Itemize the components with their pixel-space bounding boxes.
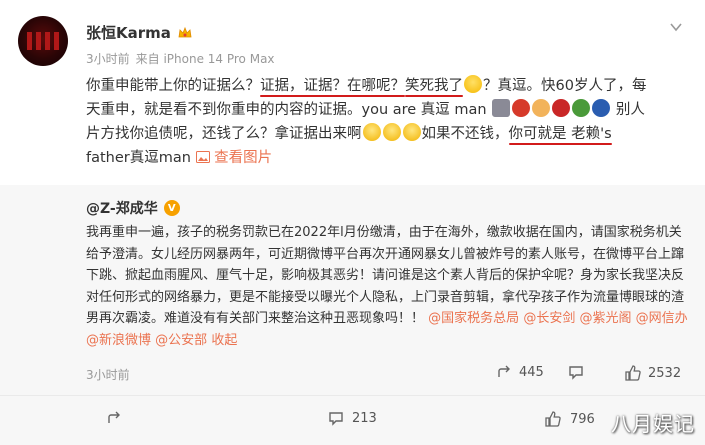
avatar[interactable] bbox=[18, 16, 68, 66]
like-count: 796 bbox=[570, 411, 595, 427]
underlined-text: 证据，证据？在哪呢？ bbox=[260, 78, 405, 94]
captain-america-emoji-icon bbox=[592, 99, 611, 117]
repost-like-button[interactable]: 2532 bbox=[624, 364, 681, 382]
image-icon bbox=[195, 151, 210, 163]
divider bbox=[0, 395, 705, 396]
like-icon bbox=[545, 411, 561, 427]
post-content: 你重申能带上你的证据么？证据，证据？在哪呢？笑死我了 ？真逗。快60岁人了，每 天… bbox=[86, 74, 686, 170]
share-icon bbox=[498, 365, 510, 377]
post-meta: 3小时前 来自 iPhone 14 Pro Max bbox=[86, 50, 275, 67]
view-image-link[interactable]: 查看图片 bbox=[214, 150, 272, 166]
mention-link[interactable]: @网信办 bbox=[636, 311, 688, 326]
iron-man-emoji-icon bbox=[512, 99, 531, 117]
like-icon bbox=[625, 365, 641, 381]
laugh-emoji-icon bbox=[464, 75, 482, 93]
mention-link[interactable]: @公安部 bbox=[155, 333, 207, 348]
repost-comment-button[interactable] bbox=[568, 364, 584, 380]
comment-button[interactable]: 213 bbox=[328, 410, 377, 426]
comment-count: 213 bbox=[352, 410, 377, 426]
repost-share-button[interactable]: 445 bbox=[497, 364, 544, 380]
repost-share-count: 445 bbox=[519, 364, 544, 380]
author-name[interactable]: 张恒Karma bbox=[86, 22, 171, 43]
spider-man-emoji-icon bbox=[552, 99, 571, 117]
mention-link[interactable]: @新浪微博 bbox=[86, 333, 151, 348]
text-segment: 如果不还钱， bbox=[421, 126, 509, 142]
underlined-text: 笑死我了 bbox=[405, 78, 463, 94]
repost-like-count: 2532 bbox=[648, 365, 682, 381]
post-source: 来自 iPhone 14 Pro Max bbox=[135, 52, 275, 66]
verified-icon: V bbox=[163, 200, 180, 216]
text-segment: 天重申，就是看不到你重申的内容的证据。you are 真逗 man bbox=[86, 102, 487, 118]
text-segment: 片方找你追债呢，还钱了么？拿证据出来啊 bbox=[86, 126, 362, 142]
like-button[interactable]: 796 bbox=[544, 410, 595, 428]
underlined-text: 你可就是 老赖's bbox=[508, 126, 612, 142]
comment-icon bbox=[329, 412, 343, 426]
tears-of-joy-emoji-icon bbox=[382, 123, 401, 141]
repost-author-name[interactable]: @Z-郑成华 bbox=[86, 198, 158, 218]
chevron-down-icon[interactable] bbox=[669, 20, 683, 34]
comment-icon bbox=[569, 366, 583, 380]
repost-time[interactable]: 3小时前 bbox=[86, 366, 130, 383]
thor-emoji-icon bbox=[532, 99, 551, 117]
text-segment: ？真逗。快60岁人了，每 bbox=[483, 78, 647, 94]
post-time[interactable]: 3小时前 bbox=[86, 50, 130, 67]
mention-link[interactable]: @紫光阁 bbox=[579, 311, 631, 326]
mention-link[interactable]: @长安剑 bbox=[523, 311, 575, 326]
text-segment: 你重申能带上你的证据么？ bbox=[86, 78, 260, 94]
tears-of-joy-emoji-icon bbox=[362, 123, 381, 141]
text-segment: father真逗man bbox=[86, 150, 191, 166]
collapse-link[interactable]: 收起 bbox=[211, 333, 237, 348]
tears-of-joy-emoji-icon bbox=[402, 123, 421, 141]
mention-link[interactable]: @国家税务总局 bbox=[428, 311, 519, 326]
watermark: 八月娱记 bbox=[611, 412, 695, 436]
repost-content: 我再重申一遍，孩子的税务罚款已在2022年l月份缴清，由于在海外，缴款收据在国内… bbox=[86, 222, 690, 351]
text-segment: 别人 bbox=[615, 102, 645, 118]
crown-badge-icon[interactable] bbox=[177, 25, 193, 41]
hulk-emoji-icon bbox=[572, 99, 591, 117]
share-button[interactable] bbox=[107, 410, 123, 426]
share-icon bbox=[108, 411, 120, 423]
ant-man-emoji-icon bbox=[492, 99, 511, 117]
